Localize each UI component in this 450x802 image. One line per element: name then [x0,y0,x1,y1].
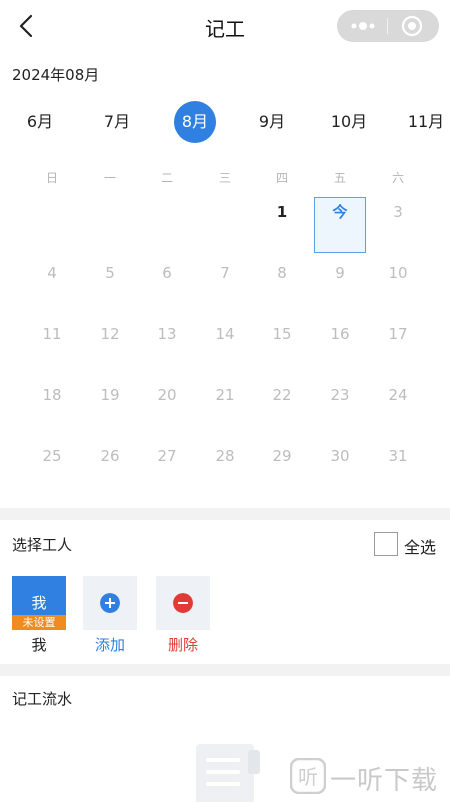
weekday-label: 三 [218,171,231,185]
calendar-day-today[interactable]: 今 [314,197,366,253]
calendar-day[interactable]: 20 [141,380,193,430]
worker-status-badge: 未设置 [12,615,66,630]
calendar-day[interactable]: 25 [26,441,78,491]
worker-me-caption: 我 [31,636,47,654]
add-worker-label[interactable]: 添加 [83,634,137,655]
document-icon [196,744,260,802]
calendar-day[interactable]: 8 [256,258,308,308]
calendar-day[interactable]: 22 [256,380,308,430]
month-selector: 6月 7月 8月 9月 10月 11月 [0,100,450,146]
weekday-label: 二 [160,171,173,185]
calendar-day[interactable]: 26 [84,441,136,491]
calendar-day[interactable]: 9 [314,258,366,308]
section-divider [0,508,450,520]
weekday-label: 六 [391,171,404,185]
calendar-day[interactable]: 10 [372,258,424,308]
calendar-day[interactable]: 23 [314,380,366,430]
calendar-day[interactable]: 14 [199,319,251,369]
calendar-day[interactable]: 1 [256,197,308,247]
select-workers-title: 选择工人 [12,536,73,554]
calendar-day[interactable]: 30 [314,441,366,491]
calendar-day[interactable]: 15 [256,319,308,369]
calendar-day[interactable]: 7 [199,258,251,308]
calendar-day[interactable]: 27 [141,441,193,491]
month-tab[interactable]: 9月 [242,100,302,144]
minus-icon [173,593,193,613]
add-worker-button[interactable] [83,576,137,630]
calendar-day[interactable]: 6 [141,258,193,308]
nav-bar: 记工 [0,0,450,52]
calendar-day[interactable]: 31 [372,441,424,491]
records-title: 记工流水 [12,690,73,708]
menu-capsule [337,10,439,42]
weekday-label: 五 [333,171,346,185]
weekday-label: 日 [45,171,58,185]
select-all-label[interactable]: 全选 [404,534,436,558]
calendar-day[interactable]: 18 [26,380,78,430]
calendar-day[interactable]: 13 [141,319,193,369]
worker-avatar-text: 我 [31,594,47,612]
calendar-day[interactable]: 17 [372,319,424,369]
select-all-checkbox[interactable] [374,532,398,556]
month-tab[interactable]: 7月 [87,100,147,144]
calendar-day[interactable]: 5 [84,258,136,308]
month-tab[interactable]: 10月 [319,100,379,144]
watermark-text: 一听下载 [330,766,439,796]
worker-me-card[interactable]: 我 未设置 [12,576,66,630]
calendar-day[interactable]: 16 [314,319,366,369]
month-tab[interactable]: 8月 [174,101,216,143]
delete-worker-button[interactable] [156,576,210,630]
calendar-day[interactable]: 28 [199,441,251,491]
calendar-day[interactable]: 12 [84,319,136,369]
month-tab[interactable]: 11月 [396,100,450,144]
watermark-logo: 听 一听下载 [290,756,450,800]
plus-icon [100,593,120,613]
weekday-label: 四 [275,171,288,185]
calendar-day[interactable]: 11 [26,319,78,369]
weekday-label: 一 [103,171,116,185]
watermark-glyph: 听 [298,765,318,789]
calendar-day[interactable]: 3 [372,197,424,247]
year-month-label: 2024年08月 [12,66,100,84]
more-dots-icon[interactable] [349,19,377,33]
calendar-day[interactable]: 4 [26,258,78,308]
calendar-day[interactable]: 29 [256,441,308,491]
calendar-day[interactable]: 21 [199,380,251,430]
delete-worker-label[interactable]: 删除 [156,634,210,655]
month-tab[interactable]: 6月 [10,100,70,144]
calendar-day[interactable]: 19 [84,380,136,430]
section-divider [0,664,450,676]
close-target-icon[interactable] [401,15,423,37]
calendar-day[interactable]: 24 [372,380,424,430]
